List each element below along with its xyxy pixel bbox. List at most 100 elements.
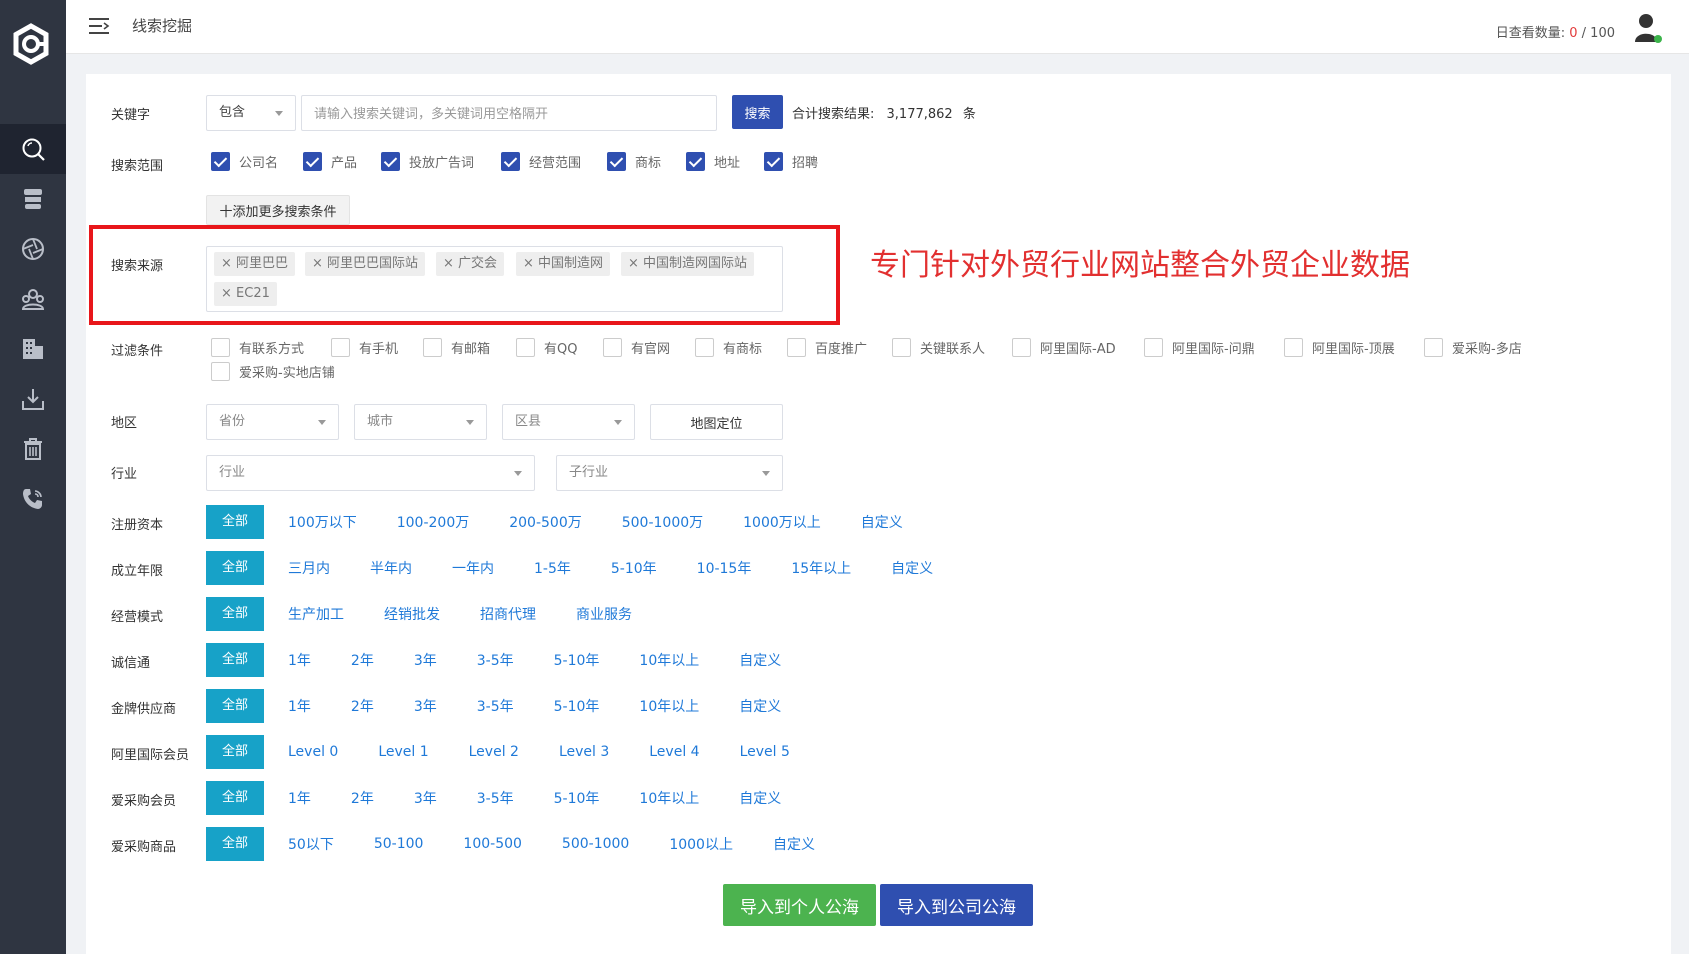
filter-checkbox[interactable]: 有邮箱 <box>423 338 490 357</box>
filter-option[interactable]: 3年 <box>414 650 437 670</box>
filter-option-all[interactable]: 全部 <box>206 505 264 539</box>
filter-option[interactable]: Level 5 <box>740 744 790 760</box>
filter-option[interactable]: 1-5年 <box>534 558 571 578</box>
filter-option[interactable]: 50以下 <box>288 834 334 854</box>
filter-option[interactable]: 1000以上 <box>669 834 733 854</box>
scope-checkbox-company[interactable]: 公司名 <box>211 152 278 171</box>
filter-option[interactable]: 2年 <box>351 696 374 716</box>
sidebar-item-aperture[interactable] <box>0 224 66 274</box>
add-search-condition-button[interactable]: 十添加更多搜索条件 <box>206 195 350 225</box>
filter-option[interactable]: 15年以上 <box>791 558 851 578</box>
filter-option[interactable]: 半年内 <box>370 558 412 578</box>
map-locate-button[interactable]: 地图定位 <box>650 404 783 440</box>
filter-option[interactable]: Level 0 <box>288 744 338 760</box>
filter-option[interactable]: Level 3 <box>559 744 609 760</box>
district-select[interactable]: 区县 <box>502 404 635 440</box>
scope-checkbox-trademark[interactable]: 商标 <box>607 152 661 171</box>
filter-option[interactable]: 500-1000 <box>562 836 629 852</box>
filter-option[interactable]: 自定义 <box>739 696 781 716</box>
filter-option[interactable]: 生产加工 <box>288 604 344 624</box>
filter-option[interactable]: Level 1 <box>378 744 428 760</box>
filter-option[interactable]: 5-10年 <box>554 696 600 716</box>
city-select[interactable]: 城市 <box>354 404 487 440</box>
filter-option-all[interactable]: 全部 <box>206 735 264 769</box>
filter-option[interactable]: Level 4 <box>649 744 699 760</box>
sidebar-item-database[interactable] <box>0 174 66 224</box>
filter-option-all[interactable]: 全部 <box>206 781 264 815</box>
keyword-mode-select[interactable]: 包含 <box>206 95 296 131</box>
scope-checkbox-address[interactable]: 地址 <box>686 152 740 171</box>
filter-option[interactable]: 100-200万 <box>397 512 470 532</box>
filter-option[interactable]: 一年内 <box>452 558 494 578</box>
scope-checkbox-business-scope[interactable]: 经营范围 <box>501 152 581 171</box>
filter-option[interactable]: 5-10年 <box>554 788 600 808</box>
sidebar-item-download[interactable] <box>0 374 66 424</box>
filter-checkbox[interactable]: 有官网 <box>603 338 670 357</box>
filter-option-all[interactable]: 全部 <box>206 597 264 631</box>
filter-checkbox[interactable]: 爱采购-实地店铺 <box>211 362 335 381</box>
filter-option[interactable]: 3年 <box>414 788 437 808</box>
scope-checkbox-product[interactable]: 产品 <box>303 152 357 171</box>
filter-option[interactable]: 1000万以上 <box>743 512 821 532</box>
filter-option[interactable]: 3-5年 <box>477 650 514 670</box>
menu-toggle-icon[interactable] <box>88 16 110 36</box>
filter-option[interactable]: Level 2 <box>469 744 519 760</box>
user-avatar-icon[interactable] <box>1633 12 1663 44</box>
filter-option[interactable]: 100-500 <box>463 836 522 852</box>
sidebar-item-phone[interactable] <box>0 474 66 524</box>
filter-option[interactable]: 50-100 <box>374 836 424 852</box>
filter-option[interactable]: 10-15年 <box>697 558 752 578</box>
filter-checkbox[interactable]: 阿里国际-问鼎 <box>1144 338 1255 357</box>
import-company-button[interactable]: 导入到公司公海 <box>880 884 1033 926</box>
sub-industry-select[interactable]: 子行业 <box>556 455 783 491</box>
filter-option[interactable]: 5-10年 <box>554 650 600 670</box>
filter-checkbox[interactable]: 阿里国际-AD <box>1012 338 1116 357</box>
filter-option[interactable]: 商业服务 <box>576 604 632 624</box>
filter-option[interactable]: 10年以上 <box>639 650 699 670</box>
search-button[interactable]: 搜索 <box>732 95 783 129</box>
filter-option[interactable]: 1年 <box>288 788 311 808</box>
filter-option[interactable]: 100万以下 <box>288 512 357 532</box>
filter-checkbox[interactable]: 阿里国际-顶展 <box>1284 338 1395 357</box>
filter-option[interactable]: 自定义 <box>861 512 903 532</box>
filter-option[interactable]: 自定义 <box>739 788 781 808</box>
filter-option[interactable]: 500-1000万 <box>622 512 703 532</box>
industry-select[interactable]: 行业 <box>206 455 535 491</box>
filter-checkbox[interactable]: 有联系方式 <box>211 338 304 357</box>
sidebar-item-trash[interactable] <box>0 424 66 474</box>
keyword-input[interactable] <box>301 95 717 131</box>
filter-option[interactable]: 1年 <box>288 650 311 670</box>
filter-option[interactable]: 自定义 <box>773 834 815 854</box>
filter-option[interactable]: 200-500万 <box>509 512 582 532</box>
filter-option[interactable]: 2年 <box>351 788 374 808</box>
filter-option[interactable]: 1年 <box>288 696 311 716</box>
filter-option-all[interactable]: 全部 <box>206 551 264 585</box>
filter-option[interactable]: 三月内 <box>288 558 330 578</box>
filter-checkbox[interactable]: 爱采购-多店 <box>1424 338 1522 357</box>
filter-option-all[interactable]: 全部 <box>206 689 264 723</box>
filter-option[interactable]: 10年以上 <box>639 788 699 808</box>
filter-option[interactable]: 经销批发 <box>384 604 440 624</box>
filter-option[interactable]: 招商代理 <box>480 604 536 624</box>
filter-checkbox[interactable]: 百度推广 <box>787 338 867 357</box>
filter-option[interactable]: 3年 <box>414 696 437 716</box>
filter-option-all[interactable]: 全部 <box>206 643 264 677</box>
filter-option-all[interactable]: 全部 <box>206 827 264 861</box>
filter-checkbox[interactable]: 有商标 <box>695 338 762 357</box>
filter-option[interactable]: 3-5年 <box>477 788 514 808</box>
filter-checkbox[interactable]: 关键联系人 <box>892 338 985 357</box>
sidebar-item-groups[interactable] <box>0 274 66 324</box>
province-select[interactable]: 省份 <box>206 404 339 440</box>
filter-option[interactable]: 10年以上 <box>639 696 699 716</box>
sidebar-item-companies[interactable] <box>0 324 66 374</box>
filter-checkbox[interactable]: 有手机 <box>331 338 398 357</box>
filter-option[interactable]: 5-10年 <box>611 558 657 578</box>
filter-checkbox[interactable]: 有QQ <box>516 338 577 357</box>
filter-option[interactable]: 自定义 <box>891 558 933 578</box>
sidebar-item-search[interactable] <box>0 124 66 174</box>
filter-option[interactable]: 3-5年 <box>477 696 514 716</box>
scope-checkbox-recruitment[interactable]: 招聘 <box>764 152 818 171</box>
import-personal-button[interactable]: 导入到个人公海 <box>723 884 876 926</box>
filter-option[interactable]: 自定义 <box>739 650 781 670</box>
filter-option[interactable]: 2年 <box>351 650 374 670</box>
